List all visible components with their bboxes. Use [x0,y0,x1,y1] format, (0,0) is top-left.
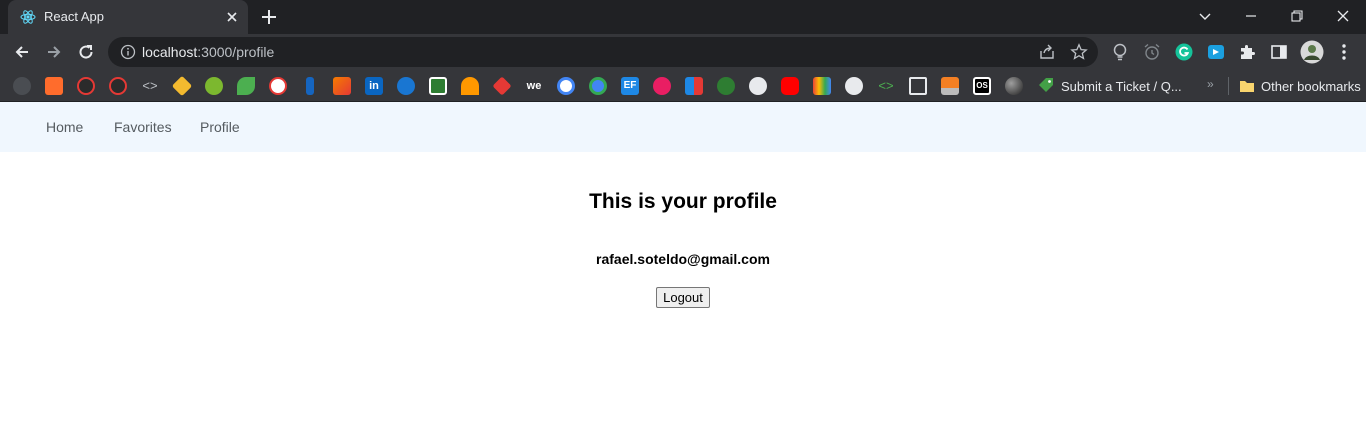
avatar[interactable] [1300,40,1324,64]
nav-link-profile[interactable]: Profile [200,119,240,135]
url-text: localhost:3000/profile [142,44,274,60]
back-button[interactable] [10,40,34,64]
address-bar[interactable]: localhost:3000/profile [108,37,1098,67]
info-icon[interactable] [120,44,136,60]
gmail-icon[interactable] [813,77,831,95]
play-icon[interactable] [429,77,447,95]
tab-strip: React App [0,0,1366,34]
minimize-icon[interactable] [1228,0,1274,32]
m-icon[interactable] [397,77,415,95]
tab-react-app[interactable]: React App [8,0,248,34]
code-icon[interactable]: <> [877,77,895,95]
heart-icon[interactable] [492,76,512,96]
nav-link-favorites[interactable]: Favorites [114,119,172,135]
firefox-icon[interactable] [653,77,671,95]
reload-icon [79,45,93,59]
green-circle-icon[interactable] [205,77,223,95]
shield-icon[interactable] [717,77,735,95]
app-navbar: Home Favorites Profile [0,102,1366,152]
facebook-icon[interactable] [306,77,314,95]
globe-icon[interactable] [845,77,863,95]
alarm-clock-icon[interactable] [1142,42,1162,62]
stackoverflow-icon[interactable] [941,77,959,95]
url-path: :3000/profile [197,44,275,60]
square-icon[interactable] [909,77,927,95]
cpanel-icon[interactable] [45,77,63,95]
chart-icon[interactable] [333,77,351,95]
react-atom-icon [20,10,36,24]
dt-icon[interactable] [269,77,287,95]
reload-button[interactable] [74,40,98,64]
ef-icon[interactable]: EF [621,77,639,95]
logout-button[interactable]: Logout [656,287,710,308]
close-window-icon[interactable] [1320,0,1366,32]
arrow-right-icon [48,46,61,58]
user-email: rafael.soteldo@gmail.com [596,251,770,267]
code-brackets-icon[interactable]: <> [141,77,159,95]
gitlab-icon[interactable] [77,77,95,95]
sphere-icon[interactable] [1005,77,1023,95]
gitlab-icon[interactable] [109,77,127,95]
google-icon[interactable] [557,77,575,95]
we-icon[interactable]: we [525,77,543,95]
page-title: This is your profile [589,190,777,213]
bookmark-other-folder[interactable]: Other bookmarks [1239,76,1361,96]
bookmark-star-icon[interactable] [1070,43,1088,61]
page-viewport: Home Favorites Profile This is your prof… [0,102,1366,447]
bookmark-label: Other bookmarks [1261,78,1361,94]
restore-icon[interactable] [1274,0,1320,32]
side-panel-icon[interactable] [1269,42,1289,62]
bookmarks-bar: <> in we EF <> OS Submit a Ticket / Q...… [0,70,1366,102]
logout-container: Logout [0,287,1366,308]
binance-icon[interactable] [171,75,193,97]
lightbulb-icon[interactable] [1110,42,1130,62]
hotjar-icon[interactable] [461,77,479,95]
globe-icon[interactable] [749,77,767,95]
bookmark-label: Submit a Ticket / Q... [1061,78,1182,94]
arrow-left-icon [15,46,28,58]
linkedin-icon[interactable]: in [365,77,383,95]
tab-title: React App [44,9,104,24]
ticket-tag-icon [1039,78,1053,92]
github-icon[interactable] [13,77,31,95]
menu-kebab-icon[interactable] [1334,42,1354,62]
url-host: localhost [142,44,198,60]
folder-icon [1240,81,1254,92]
share-icon[interactable] [1038,43,1056,61]
bookmarks-overflow-chevron[interactable]: » [1207,77,1214,91]
bookmark-submit-ticket[interactable]: Submit a Ticket / Q... [1037,76,1182,96]
bookmarks-separator [1228,77,1229,95]
leaf-icon[interactable] [237,77,255,95]
browser-toolbar: localhost:3000/profile [0,34,1366,70]
forward-button[interactable] [42,40,66,64]
cloud-icon[interactable] [589,77,607,95]
flag-icon[interactable] [685,77,703,95]
screen-recorder-icon[interactable] [1206,42,1226,62]
close-tab-icon[interactable] [224,9,240,25]
tab-search-icon[interactable] [1182,0,1228,32]
grammarly-icon[interactable] [1174,42,1194,62]
new-tab-icon[interactable] [260,8,278,26]
youtube-icon[interactable] [781,77,799,95]
nav-link-home[interactable]: Home [46,119,83,135]
os-icon[interactable]: OS [973,77,991,95]
extensions-puzzle-icon[interactable] [1237,42,1257,62]
